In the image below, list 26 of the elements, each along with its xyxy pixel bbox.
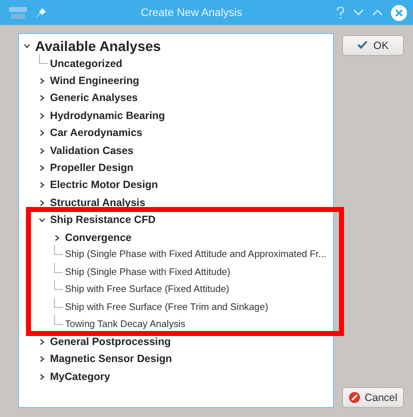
category-item[interactable]: Magnetic Sensor Design [50,353,172,366]
category-item[interactable]: Propeller Design [50,162,134,174]
window-title: Create New Analysis [140,6,244,18]
cancel-button[interactable]: Cancel [342,387,404,408]
category-item[interactable]: Uncategorized [50,58,122,70]
category-item[interactable]: Electric Motor Design [50,179,158,192]
category-item[interactable]: Validation Cases [50,144,134,157]
category-item[interactable]: Hydrodynamic Bearing [50,110,165,122]
analysis-item[interactable]: Ship with Free Surface (Fixed Attitude) [65,284,230,296]
ok-button[interactable]: OK [342,35,404,56]
analysis-item[interactable]: Ship (Single Phase with Fixed Attitude and Approximated Fr... [65,249,326,260]
cancel-icon [348,392,360,403]
category-item[interactable]: Ship Resistance CFD [50,214,156,226]
analysis-item[interactable]: Ship (Single Phase with Fixed Attitude) [65,266,230,278]
category-item[interactable]: Wind Engineering [50,75,140,88]
category-item[interactable]: General Postprocessing [50,336,171,348]
checkmark-icon [357,41,368,50]
category-item[interactable]: MyCategory [50,370,110,383]
analysis-item[interactable]: Ship with Free Surface (Free Trim and Sinkage) [65,302,268,313]
analysis-item[interactable]: Towing Tank Decay Analysis [65,319,186,330]
category-item[interactable]: Convergence [65,232,132,244]
logo-icon [8,4,28,20]
category-item[interactable]: Structural Analysis [50,196,146,209]
tree-root-label[interactable]: Available Analyses [35,38,161,54]
category-item[interactable]: Car Aerodynamics [50,127,142,140]
category-item[interactable]: Generic Analyses [50,92,138,104]
